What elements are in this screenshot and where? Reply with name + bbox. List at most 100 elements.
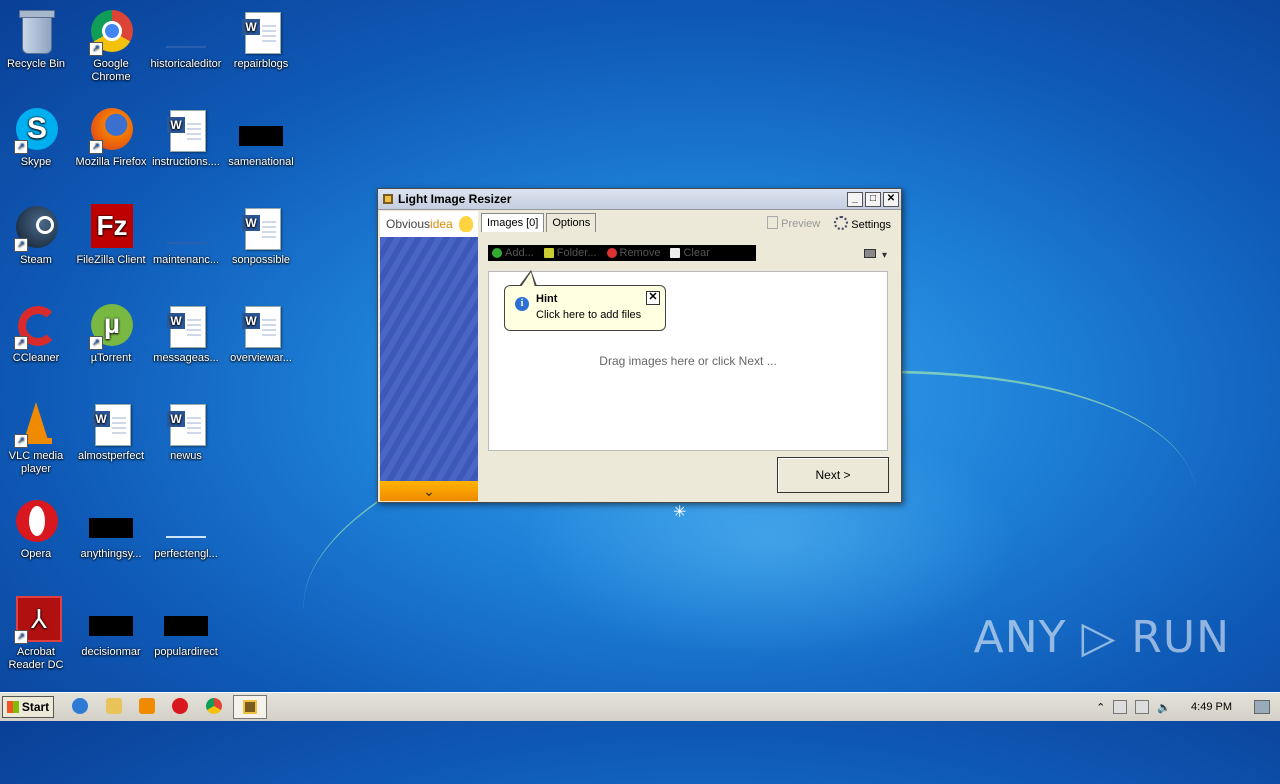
- opera-taskbar-icon[interactable]: [172, 698, 188, 714]
- desktop-icon-label: decisionmar: [81, 646, 141, 658]
- sidebar-expand-button[interactable]: ⌄: [380, 481, 478, 501]
- hint-text: Click here to add files: [536, 309, 642, 321]
- desktop-icon-samenational[interactable]: samenational: [225, 106, 297, 169]
- desktop-icon-almostperfect[interactable]: almostperfect: [75, 400, 147, 463]
- desktop-icon-firefox[interactable]: ↗ Mozilla Firefox: [75, 106, 147, 169]
- word-document-icon: [237, 302, 285, 350]
- desktop-icon-populardirect[interactable]: populardirect: [150, 596, 222, 659]
- desktop-icon-maintenance[interactable]: maintenanc...: [150, 204, 222, 267]
- preview-icon: [767, 216, 779, 229]
- redacted-thumbnail-icon: [237, 106, 285, 154]
- preview-label: Preview: [781, 218, 821, 230]
- brand-part2: idea: [430, 217, 453, 231]
- maximize-button[interactable]: □: [865, 191, 881, 207]
- hint-title: Hint: [536, 293, 558, 305]
- clear-icon: [670, 248, 681, 258]
- obviousidea-logo: Obvious idea: [380, 211, 478, 237]
- hint-close-button[interactable]: ✕: [646, 291, 660, 305]
- chevron-down-icon: ▾: [881, 250, 887, 261]
- desktop-icon-acrobat[interactable]: ⅄ ↗ Acrobat Reader DC: [0, 596, 72, 672]
- info-icon: i: [515, 297, 529, 311]
- add-folder-button[interactable]: Folder...: [543, 247, 597, 259]
- desktop-icon-utorrent[interactable]: µ ↗ µTorrent: [75, 302, 147, 365]
- desktop-icon-sonpossible[interactable]: sonpossible: [225, 204, 297, 267]
- add-files-button[interactable]: Add...: [492, 247, 534, 259]
- desktop-icon-opera[interactable]: Opera: [0, 498, 72, 561]
- show-hidden-icons-button[interactable]: ⌃: [1096, 701, 1105, 714]
- desktop-icon-anythingsy[interactable]: anythingsy...: [75, 498, 147, 561]
- redacted-thumbnail-icon: [87, 596, 135, 644]
- desktop-icon-messageas[interactable]: messageas...: [150, 302, 222, 365]
- chrome-taskbar-icon[interactable]: [206, 698, 222, 714]
- desktop-icon-label: Google Chrome: [91, 58, 131, 83]
- desktop-icon-label: sonpossible: [231, 254, 291, 266]
- chrome-icon: ↗: [87, 8, 135, 56]
- preview-button[interactable]: Preview: [767, 216, 820, 231]
- desktop-icon-label: perfectengl...: [154, 548, 218, 560]
- desktop-icon-label: populardirect: [154, 646, 218, 658]
- light-image-resizer-taskbar-button[interactable]: [233, 695, 267, 719]
- filezilla-icon: Fz: [87, 204, 135, 252]
- remove-button[interactable]: Remove: [606, 247, 660, 259]
- anyrun-watermark: ANY ▷ RUN: [973, 612, 1230, 663]
- window-title: Light Image Resizer: [398, 192, 512, 206]
- opera-icon: [12, 498, 60, 546]
- next-button[interactable]: Next >: [777, 457, 889, 493]
- desktop-icon-recycle-bin[interactable]: Recycle Bin: [0, 8, 72, 71]
- desktop-icon-label: Skype: [20, 156, 52, 168]
- desktop-icon-label: anythingsy...: [80, 548, 142, 560]
- clock[interactable]: 4:49 PM: [1191, 701, 1232, 713]
- desktop-icon-label: historicaleditor: [150, 58, 222, 70]
- ccleaner-icon: ↗: [12, 302, 60, 350]
- desktop-icon-label: newus: [170, 450, 202, 462]
- desktop-icon-decisionmar[interactable]: decisionmar: [75, 596, 147, 659]
- desktop-icon-instructions[interactable]: instructions....: [150, 106, 222, 169]
- view-mode-icon: [863, 249, 876, 258]
- action-center-icon[interactable]: [1113, 700, 1128, 714]
- window-titlebar[interactable]: Light Image Resizer _ □ ✕: [378, 189, 901, 210]
- redacted-thumbnail-icon: [87, 498, 135, 546]
- minimize-button[interactable]: _: [847, 191, 863, 207]
- network-icon[interactable]: [1135, 700, 1150, 714]
- brand-part1: Obvious: [386, 217, 431, 231]
- chevron-down-icon: ⌄: [423, 483, 435, 499]
- desktop-icon-label: CCleaner: [12, 352, 60, 364]
- file-thumbnail-icon: [162, 204, 210, 252]
- desktop-icon-label: Opera: [20, 548, 52, 560]
- volume-icon[interactable]: 🔈: [1157, 701, 1171, 714]
- desktop-icon-label: VLC media player: [8, 450, 64, 475]
- view-mode-dropdown[interactable]: ▾: [863, 249, 887, 261]
- desktop-icon-label: FileZilla Client: [76, 254, 146, 266]
- file-explorer-taskbar-icon[interactable]: [106, 698, 122, 714]
- internet-explorer-taskbar-icon[interactable]: [72, 698, 88, 714]
- desktop-icon-ccleaner[interactable]: ↗ CCleaner: [0, 302, 72, 365]
- clear-button[interactable]: Clear: [670, 247, 710, 259]
- tab-options[interactable]: Options: [546, 213, 597, 232]
- desktop-icon-newus[interactable]: newus: [150, 400, 222, 463]
- gear-icon: [834, 216, 849, 230]
- file-thumbnail-icon: [162, 498, 210, 546]
- desktop-icon-repairblogs[interactable]: repairblogs: [225, 8, 297, 71]
- show-desktop-button[interactable]: [1254, 700, 1270, 714]
- desktop-icon-label: overviewar...: [230, 352, 292, 364]
- desktop-icon-vlc[interactable]: ↗ VLC media player: [0, 400, 72, 476]
- firefox-icon: ↗: [87, 106, 135, 154]
- desktop-icon-steam[interactable]: ↗ Steam: [0, 204, 72, 267]
- settings-label: Settings: [851, 219, 891, 231]
- app-icon: [383, 194, 393, 204]
- tab-images[interactable]: Images [0]: [481, 213, 545, 232]
- desktop-icon-chrome[interactable]: ↗ Google Chrome: [75, 8, 147, 84]
- desktop-icon-overviewar[interactable]: overviewar...: [225, 302, 297, 365]
- desktop-icon-filezilla[interactable]: Fz FileZilla Client: [75, 204, 147, 267]
- start-button[interactable]: Start: [2, 696, 54, 718]
- redacted-thumbnail-icon: [162, 596, 210, 644]
- add-label: Add...: [505, 247, 534, 259]
- hint-balloon: i Hint Click here to add files ✕: [504, 270, 666, 331]
- close-button[interactable]: ✕: [883, 191, 899, 207]
- media-player-taskbar-icon[interactable]: [139, 698, 155, 714]
- desktop-icon-perfectengl[interactable]: perfectengl...: [150, 498, 222, 561]
- desktop-icon-historicaleditor[interactable]: historicaleditor: [150, 8, 222, 71]
- desktop-icon-skype[interactable]: S ↗ Skype: [0, 106, 72, 169]
- desktop-icon-label: Recycle Bin: [6, 58, 66, 70]
- settings-button[interactable]: Settings: [834, 216, 891, 231]
